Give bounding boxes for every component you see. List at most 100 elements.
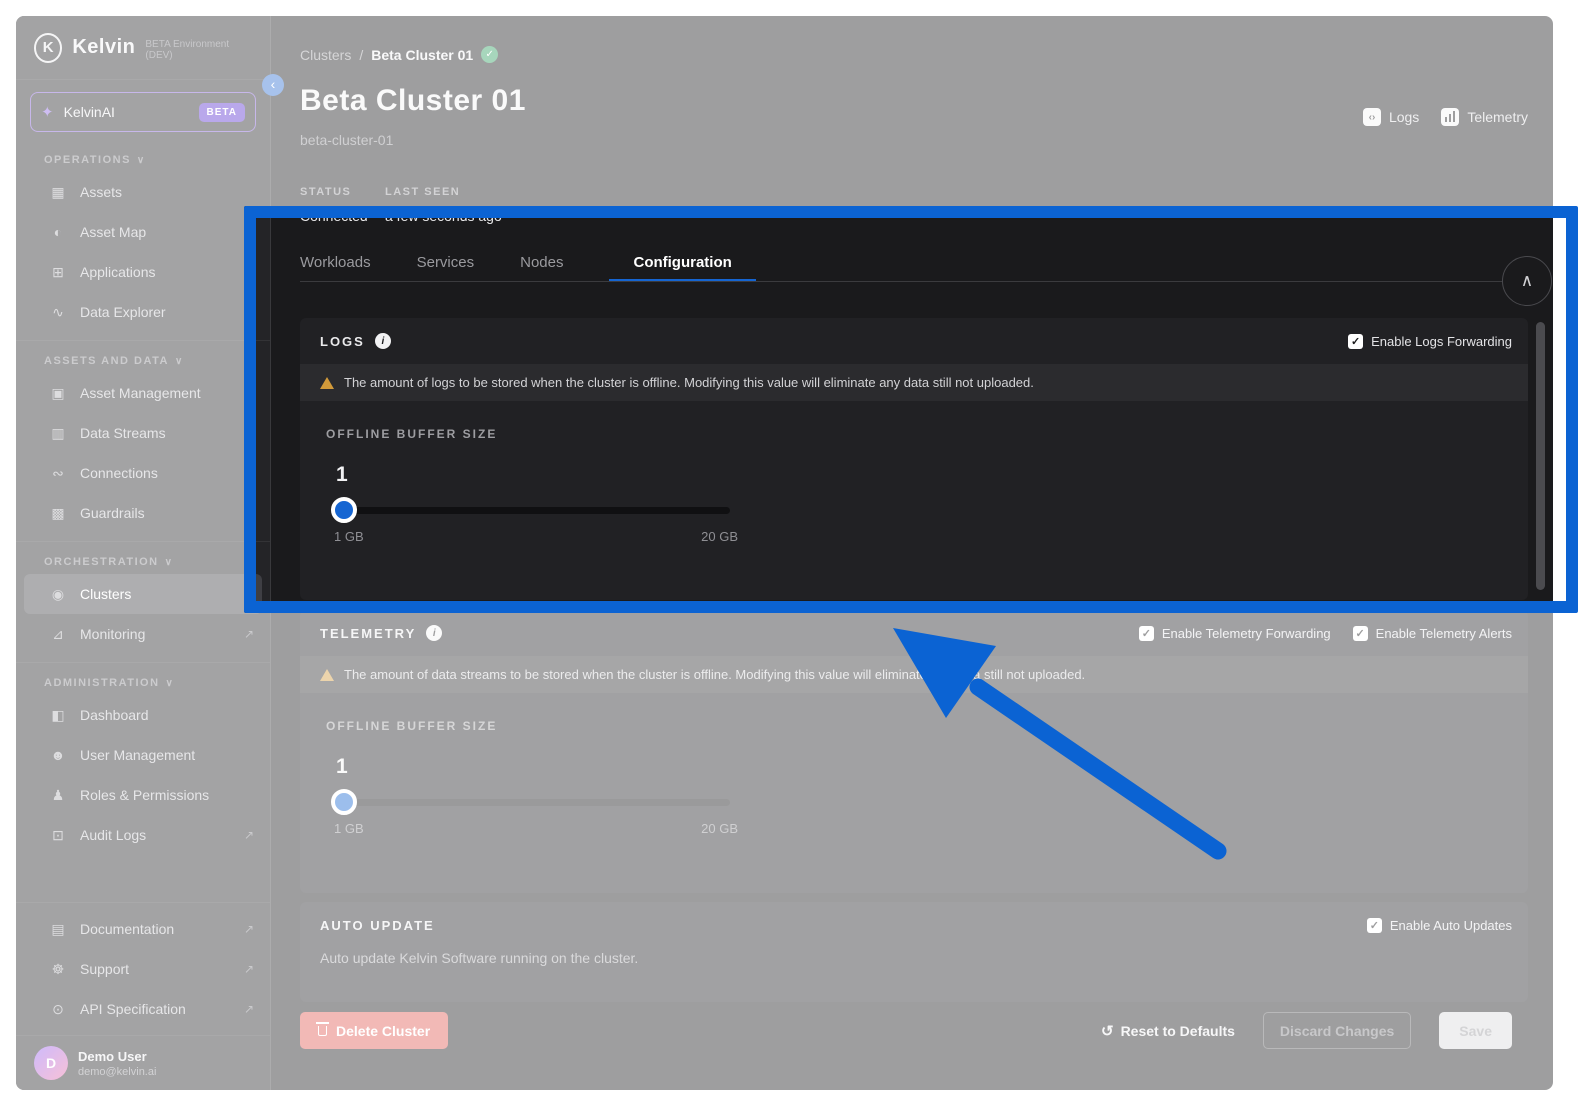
sidebar-item-assets[interactable]: ▦ Assets	[16, 172, 270, 212]
save-button[interactable]: Save	[1439, 1012, 1512, 1049]
logs-card-header: LOGS i ✓ Enable Logs Forwarding	[300, 318, 1528, 364]
last-seen-value: a few seconds ago	[385, 208, 502, 224]
sidebar-item-support[interactable]: ☸ Support ↗	[16, 949, 270, 989]
info-icon[interactable]: i	[426, 625, 442, 641]
users-icon: ☻	[49, 747, 67, 763]
breadcrumb-clusters-link[interactable]: Clusters	[300, 47, 351, 63]
collapse-panel-button[interactable]: ∧	[1502, 256, 1552, 306]
page-title: Beta Cluster 01	[300, 84, 526, 118]
logs-button[interactable]: ‹› Logs	[1363, 108, 1419, 126]
offline-buffer-size-label: OFFLINE BUFFER SIZE	[326, 719, 1502, 733]
slider-min-label: 1 GB	[334, 529, 364, 544]
reset-to-defaults-button[interactable]: ↺ Reset to Defaults	[1101, 1022, 1235, 1040]
item-label: Applications	[80, 264, 156, 280]
telemetry-button[interactable]: Telemetry	[1441, 108, 1528, 126]
sidebar-item-monitoring[interactable]: ⊿ Monitoring ↗	[16, 614, 270, 654]
checkbox-checked-icon: ✓	[1367, 918, 1382, 933]
enable-logs-forwarding-checkbox[interactable]: ✓ Enable Logs Forwarding	[1348, 334, 1512, 349]
section-label: ADMINISTRATION	[44, 677, 160, 689]
auto-update-section-card: AUTO UPDATE ✓ Enable Auto Updates Auto u…	[300, 902, 1528, 1002]
dashboard-icon: ◧	[49, 707, 67, 724]
scrollbar[interactable]	[1536, 322, 1545, 590]
tab-services[interactable]: Services	[417, 254, 475, 282]
section-label: ASSETS AND DATA	[44, 355, 169, 367]
sidebar-item-roles-permissions[interactable]: ♟ Roles & Permissions	[16, 775, 270, 815]
lifebuoy-icon: ☸	[49, 961, 67, 978]
footer-action-bar: Delete Cluster ↺ Reset to Defaults Disca…	[300, 1012, 1512, 1049]
waveform-icon: ∿	[49, 304, 67, 321]
sidebar-item-connections[interactable]: ∾ Connections	[16, 453, 270, 493]
sidebar-item-applications[interactable]: ⊞ Applications	[16, 252, 270, 292]
delete-cluster-button[interactable]: Delete Cluster	[300, 1012, 448, 1049]
document-icon: ▤	[49, 921, 67, 938]
main-content: Clusters / Beta Cluster 01 ✓ Beta Cluste…	[271, 16, 1553, 1090]
telemetry-warning-banner: The amount of data streams to be stored …	[300, 656, 1528, 693]
checkbox-label: Enable Auto Updates	[1390, 918, 1512, 933]
sidebar-section-assets-and-data[interactable]: ASSETS AND DATA ∨	[16, 341, 270, 373]
enable-telemetry-forwarding-checkbox[interactable]: ✓ Enable Telemetry Forwarding	[1139, 626, 1331, 641]
sidebar-section-operations[interactable]: OPERATIONS ∨	[16, 140, 270, 172]
code-icon: ‹›	[1363, 108, 1381, 126]
tab-bar: Workloads Services Nodes Configuration	[300, 248, 756, 282]
slider-knob[interactable]	[331, 497, 357, 523]
enable-telemetry-alerts-checkbox[interactable]: ✓ Enable Telemetry Alerts	[1353, 626, 1512, 641]
item-label: Clusters	[80, 586, 131, 602]
slider-range-labels: 1 GB 20 GB	[334, 529, 738, 544]
globe-icon: ◐	[49, 224, 67, 240]
sidebar-item-clusters[interactable]: ◉ Clusters	[24, 574, 262, 614]
external-link-icon: ↗	[244, 962, 254, 976]
user-menu[interactable]: D Demo User demo@kelvin.ai	[16, 1035, 270, 1090]
slider-min-label: 1 GB	[334, 821, 364, 836]
sidebar-section-administration[interactable]: ADMINISTRATION ∨	[16, 663, 270, 695]
cluster-icon: ◉	[49, 586, 67, 603]
warning-icon	[320, 669, 334, 681]
checkbox-label: Enable Telemetry Alerts	[1376, 626, 1512, 641]
sidebar-item-data-explorer[interactable]: ∿ Data Explorer	[16, 292, 270, 332]
sidebar-item-user-management[interactable]: ☻ User Management	[16, 735, 270, 775]
tab-configuration[interactable]: Configuration	[609, 254, 755, 282]
sidebar-item-dashboard[interactable]: ◧ Dashboard	[16, 695, 270, 735]
sidebar-item-documentation[interactable]: ▤ Documentation ↗	[16, 909, 270, 949]
sidebar-item-kelvinai[interactable]: ✦ KelvinAI BETA	[30, 92, 256, 132]
slider-knob[interactable]	[331, 789, 357, 815]
kelvin-logo-icon: K	[34, 33, 62, 63]
checkbox-checked-icon: ✓	[1348, 334, 1363, 349]
kelvinai-label: KelvinAI	[64, 104, 189, 120]
sidebar-item-asset-management[interactable]: ▣ Asset Management	[16, 373, 270, 413]
external-link-icon: ↗	[244, 828, 254, 842]
checkbox-label: Enable Logs Forwarding	[1371, 334, 1512, 349]
spacer	[16, 855, 270, 902]
info-icon[interactable]: i	[375, 333, 391, 349]
sidebar-section-orchestration[interactable]: ORCHESTRATION ∨	[16, 542, 270, 574]
sidebar-collapse-button[interactable]: ‹	[262, 74, 284, 96]
auto-update-card-header: AUTO UPDATE ✓ Enable Auto Updates	[300, 902, 1528, 948]
logo-row: K Kelvin BETA Environment (DEV)	[16, 16, 270, 80]
tab-divider	[300, 281, 1528, 282]
buffer-size-slider[interactable]	[334, 497, 730, 523]
breadcrumb-current: Beta Cluster 01	[371, 47, 473, 63]
section-label: ORCHESTRATION	[44, 556, 159, 568]
slider-track[interactable]	[334, 507, 730, 514]
tab-workloads[interactable]: Workloads	[300, 254, 371, 282]
discard-changes-button[interactable]: Discard Changes	[1263, 1012, 1411, 1049]
sidebar-item-api-specification[interactable]: ⊙ API Specification ↗	[16, 989, 270, 1029]
slider-track[interactable]	[334, 799, 730, 806]
telemetry-title: TELEMETRY	[320, 626, 416, 641]
item-label: Asset Map	[80, 224, 146, 240]
buffer-size-slider[interactable]	[334, 789, 730, 815]
enable-auto-updates-checkbox[interactable]: ✓ Enable Auto Updates	[1367, 918, 1512, 933]
item-label: Audit Logs	[80, 827, 146, 843]
checkbox-checked-icon: ✓	[1353, 626, 1368, 641]
sidebar-item-asset-map[interactable]: ◐ Asset Map	[16, 212, 270, 252]
external-link-icon: ↗	[244, 1002, 254, 1016]
sidebar-item-data-streams[interactable]: ▥ Data Streams	[16, 413, 270, 453]
chevron-down-icon: ∨	[137, 155, 146, 166]
app-window: K Kelvin BETA Environment (DEV) ✦ Kelvin…	[16, 16, 1553, 1090]
item-label: User Management	[80, 747, 195, 763]
sidebar-item-guardrails[interactable]: ▩ Guardrails	[16, 493, 270, 533]
sidebar-item-audit-logs[interactable]: ⊡ Audit Logs ↗	[16, 815, 270, 855]
logs-button-label: Logs	[1389, 109, 1419, 125]
tab-nodes[interactable]: Nodes	[520, 254, 563, 282]
slider-max-label: 20 GB	[701, 821, 738, 836]
chevron-down-icon: ∨	[165, 557, 174, 568]
